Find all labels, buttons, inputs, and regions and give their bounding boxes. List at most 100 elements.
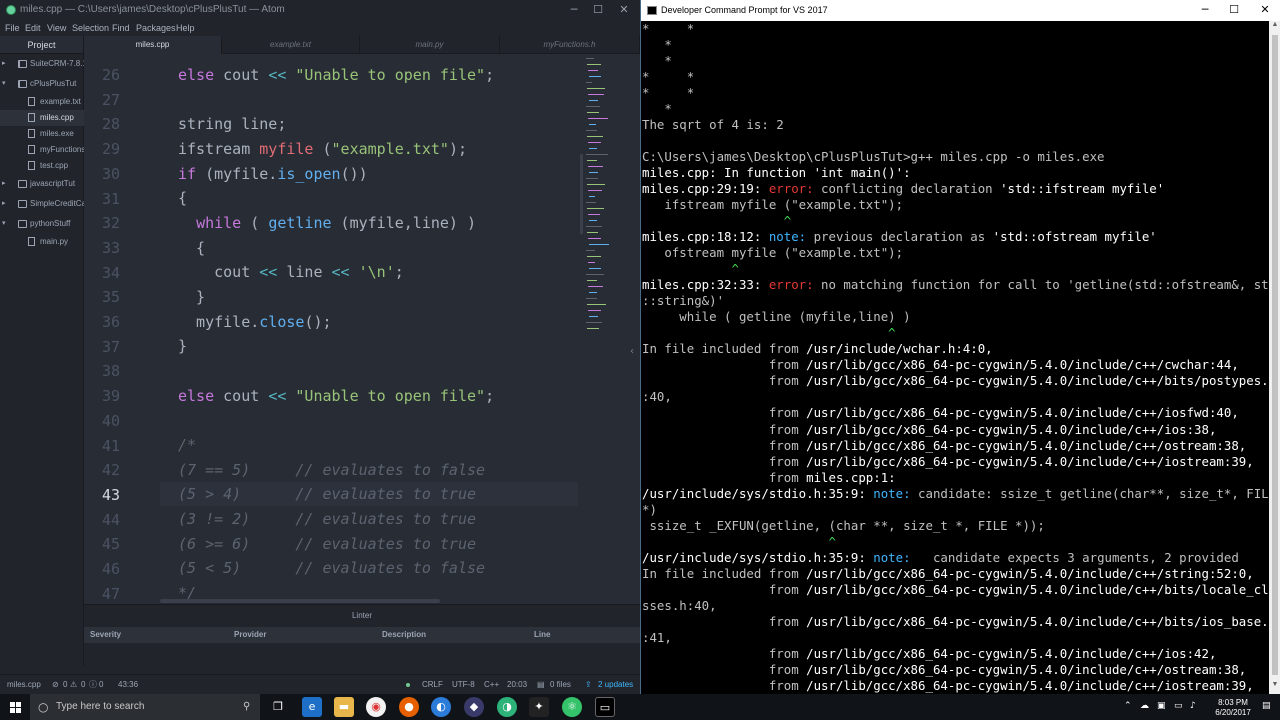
minimap-line [587, 232, 598, 233]
tree-item[interactable]: ▾ pythonStuff [0, 216, 84, 232]
task-view-icon[interactable]: ❐ [268, 697, 288, 717]
project-tree-header[interactable]: Project [0, 36, 83, 54]
app-icon-green[interactable]: ◑ [497, 697, 517, 717]
minimize-icon[interactable]: ─ [562, 0, 586, 20]
chevron-down-icon[interactable]: ▾ [2, 216, 10, 232]
linter-col-line[interactable]: Line [534, 627, 550, 643]
menu-edit[interactable]: Edit [25, 20, 41, 36]
pane-collapse-icon[interactable]: ‹ [626, 346, 638, 360]
editor-vertical-scrollbar[interactable] [580, 154, 583, 234]
minimap-line [586, 202, 596, 203]
edge-icon[interactable]: e [302, 697, 322, 717]
status-line-ending[interactable]: CRLF [422, 675, 443, 694]
console-line: :41, [642, 629, 672, 645]
cmd-close-icon[interactable]: ✕ [1253, 0, 1277, 20]
status-files-icon: ▤ [537, 680, 545, 689]
status-encoding[interactable]: UTF-8 [452, 675, 475, 694]
menu-file[interactable]: File [5, 20, 20, 36]
tree-item[interactable]: example.txt [0, 94, 84, 110]
tree-item[interactable]: main.py [0, 234, 84, 250]
tree-item[interactable]: miles.exe [0, 126, 84, 142]
start-button[interactable] [0, 694, 30, 720]
chevron-right-icon[interactable]: ▸ [2, 176, 10, 192]
notifications-icon[interactable]: ▤ [1262, 701, 1271, 711]
microphone-icon[interactable]: ⚲ [243, 694, 250, 720]
tab-myfunctions-h[interactable]: myFunctions.h [500, 36, 640, 54]
console-line: ^ [642, 261, 739, 277]
editor-horizontal-scrollbar[interactable] [160, 599, 440, 603]
console-output[interactable]: * * * * * * * * * The sqrt of 4 is: 2 C:\Use… [641, 21, 1269, 694]
line-number: 40 [101, 411, 120, 430]
line-number: 31 [101, 189, 120, 208]
atom-taskbar-icon[interactable]: ⚛ [562, 697, 582, 717]
tab-main-py[interactable]: main.py [360, 36, 500, 54]
menu-view[interactable]: View [47, 20, 66, 36]
volume-icon[interactable]: ♪ [1190, 701, 1196, 711]
line-number: 29 [101, 140, 120, 159]
cmd-taskbar-icon[interactable]: ▭ [595, 697, 615, 717]
tree-item[interactable]: miles.cpp [0, 110, 84, 126]
menu-selection[interactable]: Selection [72, 20, 109, 36]
tray-cloud-icon[interactable]: ☁ [1140, 701, 1149, 711]
minimap-line [588, 166, 603, 167]
minimap-line [587, 256, 601, 257]
maximize-icon[interactable]: ☐ [586, 0, 610, 20]
app-icon-blue[interactable]: ◐ [431, 697, 451, 717]
tree-item[interactable]: test.cpp [0, 158, 84, 174]
app-icon-dark[interactable]: ✦ [529, 697, 549, 717]
chevron-right-icon[interactable]: ▸ [2, 56, 10, 72]
file-icon [28, 97, 35, 106]
tree-item[interactable]: ▾ cPlusPlusTut [0, 76, 84, 92]
chrome-icon[interactable]: ◉ [366, 697, 386, 717]
console-line: sses.h:40, [642, 597, 717, 613]
console-scrollbar[interactable]: ▲ ▼ [1269, 21, 1280, 694]
code-editor[interactable]: 26 27 28 29 30 31 32 33 34 35 36 37 38 39 40 41 42 43 44 45… [84, 54, 640, 604]
tray-network-icon[interactable]: ▣ [1157, 701, 1166, 711]
status-updates[interactable]: 2 updates [598, 675, 633, 694]
status-grammar[interactable]: C++ [484, 675, 499, 694]
scroll-thumb[interactable] [1272, 35, 1278, 675]
taskbar-search-box[interactable]: ○ Type here to search ⚲ [30, 694, 260, 720]
tree-item[interactable]: ▸ SuiteCRM-7.8.1 [0, 56, 84, 72]
linter-col-severity[interactable]: Severity [90, 627, 121, 643]
scroll-up-icon[interactable]: ▲ [1269, 21, 1280, 33]
status-cursor-position[interactable]: 43:36 [118, 675, 138, 694]
minimap-line [588, 238, 601, 239]
menu-find[interactable]: Find [112, 20, 130, 36]
cmd-maximize-icon[interactable]: ☐ [1222, 0, 1246, 20]
status-info-count[interactable]: 0 [99, 675, 103, 694]
status-warning-count[interactable]: 0 [81, 675, 85, 694]
tray-display-icon[interactable]: ▭ [1174, 701, 1183, 711]
tree-item[interactable]: ▸ javascriptTut [0, 176, 84, 192]
cmd-minimize-icon[interactable]: ─ [1193, 0, 1217, 20]
tab-miles-cpp[interactable]: miles.cpp [84, 36, 222, 54]
close-icon[interactable]: ✕ [612, 0, 636, 20]
chevron-right-icon[interactable]: ▸ [2, 196, 10, 212]
scroll-down-icon[interactable]: ▼ [1269, 681, 1280, 693]
minimap[interactable] [584, 54, 624, 344]
status-files[interactable]: 0 files [550, 675, 571, 694]
chevron-down-icon[interactable]: ▾ [2, 76, 10, 92]
minimap-line [589, 76, 601, 77]
status-error-count[interactable]: 0 [63, 675, 67, 694]
tab-example-txt[interactable]: example.txt [222, 36, 360, 54]
minimap-line [587, 280, 597, 281]
menu-help[interactable]: Help [176, 20, 195, 36]
line-number: 43 [101, 485, 120, 504]
firefox-icon[interactable]: ● [399, 697, 419, 717]
file-explorer-icon[interactable]: ▬ [334, 697, 354, 717]
code-line: (5 < 5) // evaluates to false [178, 559, 486, 577]
tray-chevron-icon[interactable]: ⌃ [1124, 701, 1132, 711]
code-line: (7 == 5) // evaluates to false [178, 461, 486, 479]
minimap-line [589, 196, 595, 197]
app-icon-purple[interactable]: ◆ [464, 697, 484, 717]
taskbar-clock[interactable]: 8:03 PM 6/20/2017 [1210, 698, 1256, 718]
tree-item[interactable]: ▸ SimpleCreditCard [0, 196, 84, 212]
status-file-name[interactable]: miles.cpp [7, 675, 41, 694]
tree-item[interactable]: myFunctions.h [0, 142, 84, 158]
menu-packages[interactable]: Packages [136, 20, 176, 36]
code-line: while ( getline (myfile,line) ) [196, 214, 477, 232]
linter-col-provider[interactable]: Provider [234, 627, 266, 643]
linter-col-description[interactable]: Description [382, 627, 426, 643]
folder-icon [18, 200, 27, 208]
